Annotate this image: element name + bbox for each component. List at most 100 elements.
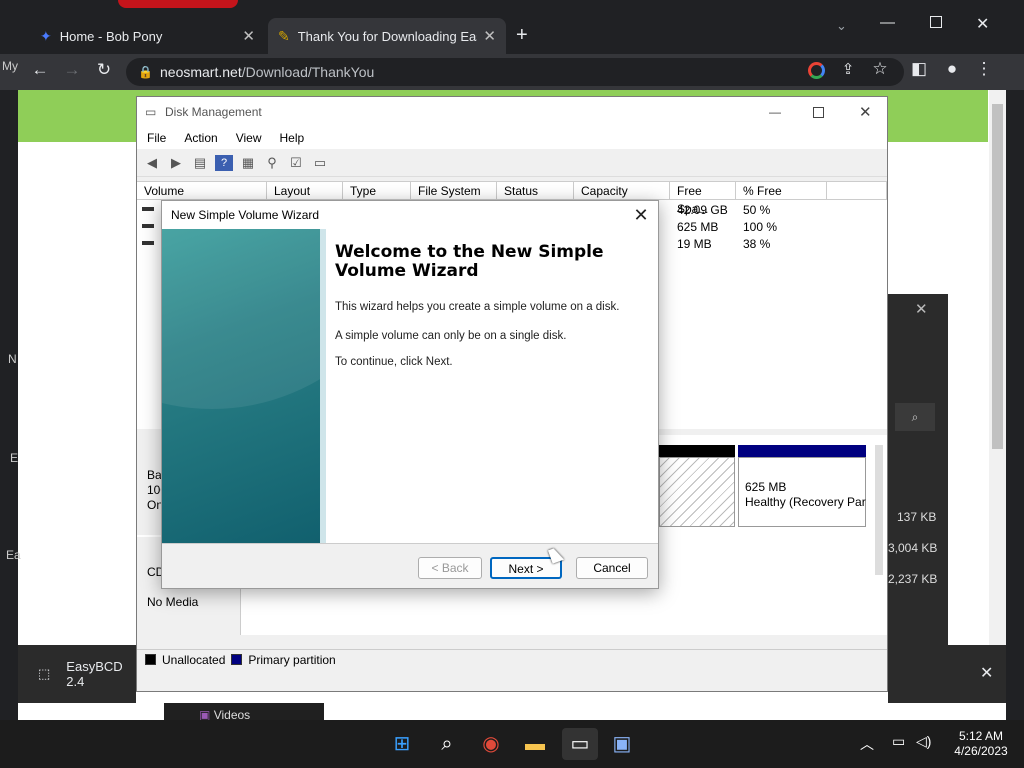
free-space-cell: 19 MB	[677, 237, 712, 251]
checklist-icon[interactable]: ☑	[287, 155, 305, 171]
legend: Unallocated Primary partition	[137, 649, 887, 669]
volume-icon[interactable]: ◁)	[916, 733, 931, 750]
dm-toolbar: ◀ ▶ ▤ ? ▦ ⚲ ☑ ▭	[137, 149, 887, 177]
properties-icon[interactable]: ▭	[311, 155, 329, 171]
menu-file[interactable]: File	[147, 131, 166, 145]
minimize-icon[interactable]: —	[880, 14, 895, 31]
menu-view[interactable]: View	[236, 131, 262, 145]
start-icon[interactable]: ⊞	[386, 728, 418, 760]
bookmark-star-icon[interactable]: ☆	[868, 59, 892, 79]
col-empty	[827, 182, 887, 200]
wizard-heading: Welcome to the New Simple Volume Wizard	[335, 242, 604, 281]
network-icon[interactable]: ▭	[892, 733, 905, 750]
help-icon[interactable]: ?	[215, 154, 233, 171]
desktop-label: My	[2, 59, 18, 73]
menu-help[interactable]: Help	[280, 131, 305, 145]
reload-icon[interactable]: ↻	[92, 60, 116, 80]
file-size: 3,004 KB	[888, 541, 938, 555]
disk-management-taskbar-icon[interactable]: ▭	[562, 728, 598, 760]
side-panel-icon[interactable]: ◧	[907, 59, 931, 79]
col-layout[interactable]: Layout	[267, 182, 343, 200]
col-filesystem[interactable]: File System	[411, 182, 497, 200]
wizard-banner	[162, 229, 320, 543]
search-icon[interactable]: ⌕	[895, 403, 935, 431]
dm-menubar: File Action View Help	[137, 127, 887, 149]
volume-icon	[142, 224, 154, 228]
chevron-up-icon[interactable]: ︿	[860, 734, 874, 754]
tab-search-icon[interactable]: ⌄	[836, 18, 847, 34]
desktop-label: Ea	[6, 548, 21, 562]
wizard-title: New Simple Volume Wizard	[171, 208, 320, 222]
new-tab-button[interactable]: +	[516, 24, 528, 47]
forward-icon[interactable]: →	[60, 60, 84, 80]
file-size: 2,237 KB	[888, 572, 938, 586]
col-volume[interactable]: Volume	[137, 182, 267, 200]
close-icon[interactable]: ✕	[859, 103, 872, 121]
primary-swatch	[231, 654, 243, 665]
chrome-icon[interactable]: ◉	[475, 728, 507, 760]
close-icon[interactable]: ✕	[626, 203, 656, 227]
new-simple-volume-wizard: New Simple Volume Wizard ✕ Welcome to th…	[161, 200, 659, 589]
volume-icon	[142, 207, 154, 211]
search-icon[interactable]: ⌕	[431, 728, 463, 760]
col-type[interactable]: Type	[343, 182, 411, 200]
banner-arc	[162, 229, 320, 409]
partition-hatched[interactable]	[659, 457, 735, 527]
tab-easybcd[interactable]: ✎ Thank You for Downloading Easy ✕	[268, 18, 506, 54]
partition-bar-primary	[738, 445, 866, 457]
tab-bob-pony[interactable]: ✦ Home - Bob Pony ✕	[30, 18, 265, 54]
scrollbar-thumb[interactable]	[992, 104, 1003, 449]
lock-icon: 🔒	[138, 65, 153, 79]
percent-free-cell: 100 %	[743, 220, 778, 234]
cancel-button[interactable]: Cancel	[576, 557, 648, 579]
background-window	[888, 294, 948, 694]
desktop-label: E	[10, 451, 19, 465]
close-tab-icon[interactable]: ✕	[483, 27, 496, 45]
wizard-text: To continue, click Next.	[335, 356, 453, 368]
menu-action[interactable]: Action	[184, 131, 217, 145]
back-button[interactable]: < Back	[418, 557, 482, 579]
menu-icon[interactable]: ⋮	[972, 59, 996, 79]
close-tab-icon[interactable]: ✕	[242, 27, 255, 45]
download-item[interactable]: ⬚ EasyBCD 2.4	[18, 645, 136, 703]
maximize-icon[interactable]	[813, 106, 824, 118]
profile-icon[interactable]: ●	[940, 59, 964, 79]
google-icon[interactable]	[808, 62, 825, 79]
system-clock[interactable]: 5:12 AM 4/26/2023	[940, 729, 1022, 759]
banner-edge	[320, 229, 326, 543]
desktop-label: N	[8, 352, 17, 366]
red-shape	[118, 0, 238, 8]
free-space-cell: 42.09 GB	[677, 203, 728, 217]
share-icon[interactable]: ⇪	[836, 60, 860, 78]
address-bar[interactable]: 🔒 neosmart.net/Download/ThankYou	[126, 58, 904, 86]
col-percent-free[interactable]: % Free	[736, 182, 827, 200]
connect-icon[interactable]: ⚲	[263, 155, 281, 171]
back-icon[interactable]: ◀	[143, 155, 161, 171]
dm-titlebar: ▭ Disk Management — ✕	[137, 97, 887, 127]
close-download-bar-icon[interactable]: ✕	[980, 663, 993, 683]
close-icon[interactable]: ✕	[915, 300, 928, 318]
col-capacity[interactable]: Capacity	[574, 182, 670, 200]
col-status[interactable]: Status	[497, 182, 574, 200]
close-window-icon[interactable]: ✕	[976, 14, 989, 34]
graph-scrollbar[interactable]	[875, 445, 883, 575]
file-explorer-icon[interactable]: ▬	[519, 728, 551, 760]
col-free-space[interactable]: Free Spa...	[670, 182, 736, 216]
recovery-partition[interactable]: 625 MB Healthy (Recovery Par	[738, 457, 866, 527]
computer-management-icon[interactable]: ▣	[606, 728, 638, 760]
action-pane-icon[interactable]: ▦	[239, 155, 257, 171]
volume-icon	[142, 241, 154, 245]
partition-bar-black	[659, 445, 735, 457]
minimize-icon[interactable]: —	[769, 105, 781, 119]
forward-icon[interactable]: ▶	[167, 155, 185, 171]
wizard-text: A simple volume can only be on a single …	[335, 330, 567, 342]
maximize-icon[interactable]	[930, 16, 942, 28]
pony-icon: ✦	[40, 27, 52, 44]
console-tree-icon[interactable]: ▤	[191, 155, 209, 171]
wizard-text: This wizard helps you create a simple vo…	[335, 301, 620, 313]
download-icon: ✎	[278, 27, 290, 44]
percent-free-cell: 38 %	[743, 237, 771, 251]
back-icon[interactable]: ←	[28, 60, 52, 80]
file-size: 137 KB	[897, 510, 937, 524]
disk-icon: ▭	[145, 105, 157, 119]
